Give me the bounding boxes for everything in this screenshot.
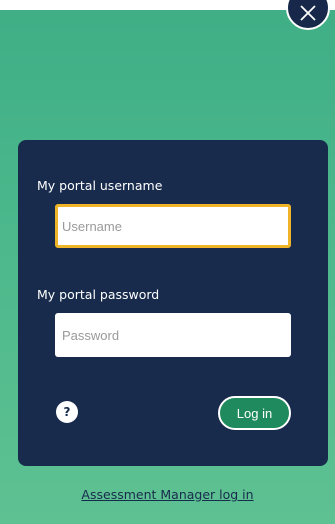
password-label: My portal password (37, 287, 160, 302)
help-button[interactable]: ? (56, 401, 78, 423)
password-input[interactable] (55, 313, 291, 357)
username-input[interactable] (55, 204, 291, 248)
assessment-manager-login-link[interactable]: Assessment Manager log in (0, 487, 335, 502)
close-button[interactable] (286, 0, 330, 30)
close-icon (300, 5, 316, 21)
top-strip (0, 0, 335, 10)
username-label: My portal username (37, 178, 163, 193)
login-button[interactable]: Log in (218, 396, 291, 430)
